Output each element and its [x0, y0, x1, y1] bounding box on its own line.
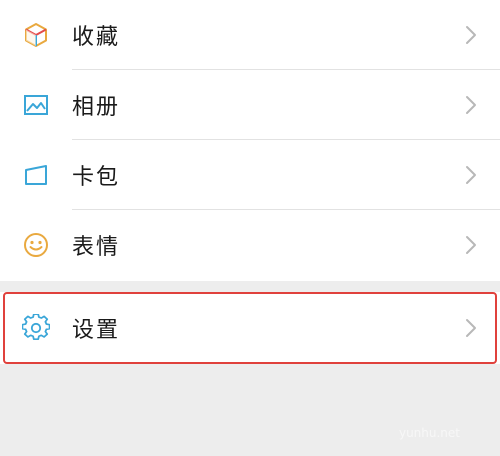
menu-item-card-wallet[interactable]: 卡包: [0, 140, 500, 210]
chevron-right-icon: [464, 317, 478, 339]
watermark-text: yunhu.net: [398, 426, 460, 440]
chevron-right-icon: [464, 234, 478, 256]
smiley-face-icon: [22, 231, 50, 259]
settings-group: 设置: [0, 292, 500, 364]
menu-item-label: 卡包: [72, 165, 121, 190]
menu-item-favorites[interactable]: 收藏: [0, 0, 500, 70]
menu-item-settings[interactable]: 设置: [0, 292, 500, 364]
favorites-cube-icon: [22, 21, 50, 49]
menu-item-label: 收藏: [72, 25, 121, 50]
menu-item-album[interactable]: 相册: [0, 70, 500, 140]
menu-item-label: 设置: [72, 318, 121, 343]
gear-icon: [22, 314, 50, 342]
chevron-right-icon: [464, 24, 478, 46]
chevron-right-icon: [464, 94, 478, 116]
menu-group: 收藏 相册 卡包 表情: [0, 0, 500, 281]
menu-item-label: 相册: [72, 95, 121, 120]
menu-item-stickers[interactable]: 表情: [0, 210, 500, 280]
card-wallet-icon: [22, 161, 50, 189]
album-image-icon: [22, 91, 50, 119]
chevron-right-icon: [464, 164, 478, 186]
menu-item-label: 表情: [72, 235, 121, 260]
me-menu-screen: 收藏 相册 卡包 表情 设置 yunhu.net: [0, 0, 500, 456]
